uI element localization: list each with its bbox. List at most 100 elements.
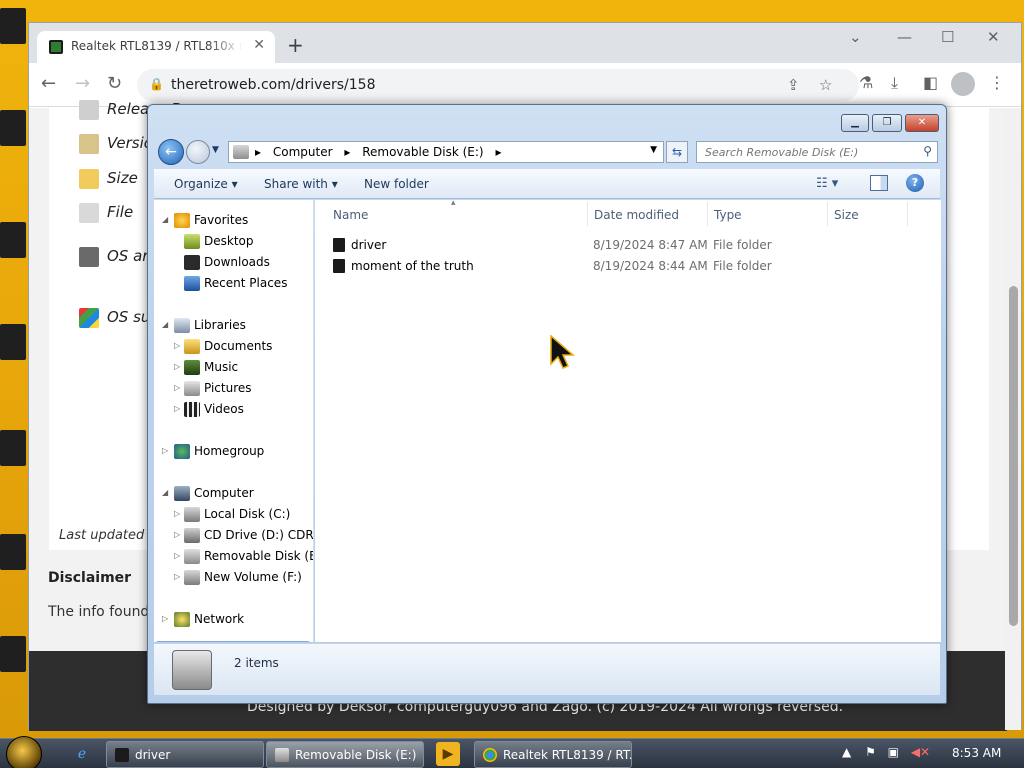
maximize-icon[interactable]: ☐: [941, 28, 954, 46]
share-icon[interactable]: ⇪: [787, 76, 800, 94]
tag-icon: [79, 134, 99, 154]
expand-arrow-icon[interactable]: ▷: [174, 509, 180, 518]
taskbar-item-chrome[interactable]: Realtek RTL8139 / RT...: [474, 741, 632, 768]
explorer-search-box[interactable]: ⚲: [696, 141, 938, 163]
calendar-icon: [79, 100, 99, 120]
show-hidden-icons-icon[interactable]: ▲: [842, 745, 851, 759]
column-header-type[interactable]: Type: [714, 208, 742, 222]
collapse-arrow-icon[interactable]: ◢: [162, 320, 168, 329]
close-tab-icon[interactable]: ✕: [253, 37, 265, 53]
breadcrumb-separator-icon[interactable]: ▸: [495, 145, 501, 159]
address-dropdown-icon[interactable]: ▼: [650, 145, 657, 155]
reload-icon[interactable]: ↻: [107, 73, 122, 94]
expand-arrow-icon[interactable]: ▷: [174, 383, 180, 392]
item-count: 2 items: [234, 656, 279, 670]
browser-tab[interactable]: Realtek RTL8139 / RTL810x netw ✕: [37, 31, 275, 63]
column-divider[interactable]: [907, 202, 908, 226]
expand-arrow-icon[interactable]: ▷: [174, 551, 180, 560]
desktop-shortcut-icon[interactable]: [0, 324, 26, 360]
back-icon[interactable]: ←: [41, 73, 56, 94]
bookmark-star-icon[interactable]: ☆: [819, 76, 832, 94]
file-row[interactable]: driver 8/19/2024 8:47 AM File folder: [329, 236, 929, 256]
download-icon[interactable]: ⤓: [891, 73, 898, 93]
column-divider[interactable]: [587, 202, 588, 226]
explorer-close-button[interactable]: ✕: [905, 114, 939, 132]
column-header-date[interactable]: Date modified: [594, 208, 679, 222]
breadcrumb-computer[interactable]: Computer: [273, 145, 333, 159]
expand-arrow-icon[interactable]: ▷: [174, 341, 180, 350]
network-status-icon[interactable]: ▣: [888, 745, 899, 759]
windows-logo-icon: [79, 308, 99, 328]
close-window-icon[interactable]: ✕: [987, 28, 1000, 46]
side-panel-icon[interactable]: ◧: [923, 73, 938, 92]
forward-icon[interactable]: →: [75, 73, 90, 94]
collapse-arrow-icon[interactable]: ◢: [162, 488, 168, 497]
internet-explorer-icon[interactable]: ℯ: [70, 742, 94, 766]
desktop-shortcut-icon[interactable]: [0, 8, 26, 44]
media-player-icon[interactable]: ▶: [436, 742, 460, 766]
preview-pane-icon[interactable]: [870, 175, 888, 191]
page-scrollbar[interactable]: [1005, 108, 1021, 730]
expand-arrow-icon[interactable]: ▷: [162, 446, 168, 455]
removable-disk-icon: [184, 549, 200, 564]
taskbar-clock[interactable]: 8:53 AM: [952, 746, 1001, 760]
disclaimer-heading: Disclaimer: [48, 570, 132, 586]
minimize-icon[interactable]: —: [897, 28, 912, 46]
expand-arrow-icon[interactable]: ▷: [174, 404, 180, 413]
column-divider[interactable]: [827, 202, 828, 226]
breadcrumb-separator-icon[interactable]: ▸: [344, 145, 350, 159]
collapse-arrow-icon[interactable]: ◢: [162, 215, 168, 224]
last-updated: Last updated 8: [59, 528, 157, 543]
taskbar-item-removable-disk[interactable]: Removable Disk (E:): [266, 741, 424, 768]
column-header-name[interactable]: Name: [333, 208, 368, 222]
file-icon: [79, 203, 99, 223]
expand-arrow-icon[interactable]: ▷: [174, 530, 180, 539]
folder-icon: [115, 748, 129, 762]
column-header-size[interactable]: Size: [834, 208, 859, 222]
back-arrow-icon[interactable]: ←: [158, 139, 184, 165]
expand-arrow-icon[interactable]: ▷: [174, 362, 180, 371]
new-folder-button[interactable]: New folder: [364, 177, 429, 191]
profile-avatar[interactable]: [951, 72, 975, 96]
refresh-icon[interactable]: ⇆: [666, 141, 688, 163]
desktop-shortcut-icon[interactable]: [0, 222, 26, 258]
help-icon[interactable]: ?: [906, 174, 924, 192]
desktop-shortcut-icon[interactable]: [0, 430, 26, 466]
address-bar[interactable]: 🔒 theretroweb.com/drivers/158 ⇪ ☆: [137, 69, 859, 101]
lock-icon[interactable]: 🔒: [149, 77, 164, 91]
recent-places-icon: [184, 276, 200, 291]
menu-kebab-icon[interactable]: ⋮: [989, 73, 1005, 92]
forward-arrow-icon[interactable]: [186, 140, 210, 164]
recent-pages-dropdown-icon[interactable]: ▼: [212, 145, 219, 155]
explorer-window: ▁ ❐ ✕ ← ▼ ▸ Computer ▸ Removable Disk (E…: [147, 104, 947, 704]
action-center-flag-icon[interactable]: ⚑: [865, 745, 876, 759]
start-button[interactable]: [6, 736, 42, 768]
desktop-shortcut-icon[interactable]: [0, 110, 26, 146]
expand-arrow-icon[interactable]: ▷: [174, 572, 180, 581]
tab-title: Realtek RTL8139 / RTL810x netw: [71, 39, 243, 53]
organize-button[interactable]: Organize ▾: [174, 177, 238, 191]
explorer-restore-button[interactable]: ❐: [872, 114, 902, 132]
folder-icon: [79, 169, 99, 189]
explorer-minimize-button[interactable]: ▁: [841, 114, 869, 132]
search-input[interactable]: [697, 142, 913, 162]
tab-search-icon[interactable]: ⌄: [849, 28, 862, 46]
desktop-shortcut-icon[interactable]: [0, 636, 26, 672]
share-with-button[interactable]: Share with ▾: [264, 177, 338, 191]
search-icon[interactable]: ⚲: [923, 144, 932, 158]
expand-arrow-icon[interactable]: ▷: [162, 614, 168, 623]
taskbar-item-driver[interactable]: driver: [106, 741, 264, 768]
removable-disk-icon: [172, 650, 212, 690]
breadcrumb-removable-disk[interactable]: Removable Disk (E:): [362, 145, 483, 159]
desktop-shortcut-icon[interactable]: [0, 534, 26, 570]
extension-icon[interactable]: ⚗: [859, 73, 873, 92]
scrollbar-thumb[interactable]: [1009, 286, 1018, 626]
new-tab-button[interactable]: +: [287, 33, 304, 57]
sort-indicator-icon: ▴: [451, 198, 456, 208]
file-row[interactable]: moment of the truth 8/19/2024 8:44 AM Fi…: [329, 257, 929, 277]
column-divider[interactable]: [707, 202, 708, 226]
breadcrumb-separator-icon[interactable]: ▸: [255, 145, 261, 159]
explorer-address-bar[interactable]: ▸ Computer ▸ Removable Disk (E:) ▸ ▼: [228, 141, 664, 163]
change-view-icon[interactable]: ☷ ▾: [816, 176, 838, 191]
volume-muted-icon[interactable]: ◀✕: [911, 745, 930, 759]
